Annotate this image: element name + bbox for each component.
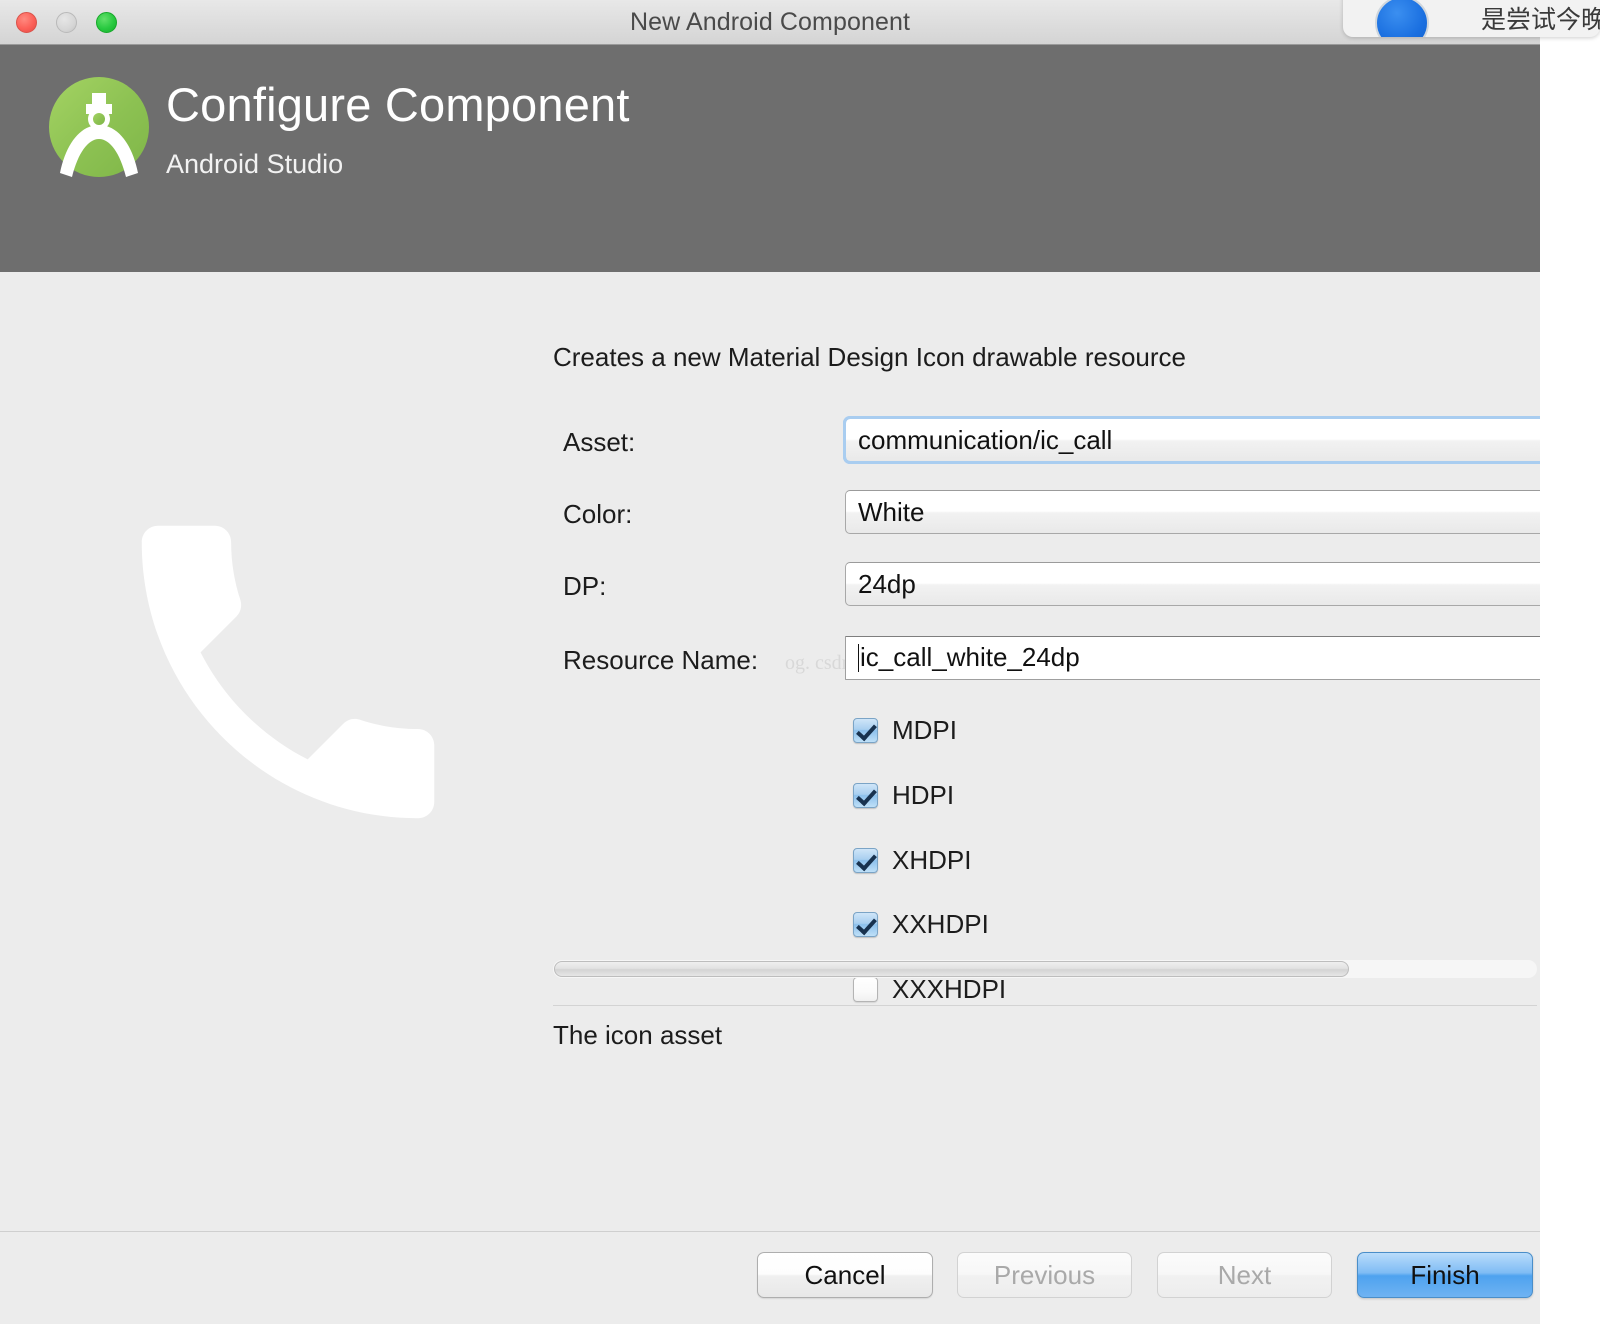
checkbox-xhdpi-box[interactable] <box>853 847 878 873</box>
wizard-banner: Configure Component Android Studio <box>0 45 1540 272</box>
checkbox-xxhdpi[interactable]: XXHDPI <box>853 904 989 944</box>
previous-button: Previous <box>957 1252 1132 1298</box>
resource-name-input[interactable]: ic_call_white_24dp <box>845 636 1540 680</box>
checkbox-xhdpi-label: XHDPI <box>892 844 972 875</box>
checkbox-xhdpi[interactable]: XHDPI <box>853 840 971 880</box>
checkbox-hdpi-box[interactable] <box>853 782 878 808</box>
title-bar: New Android Component <box>0 0 1540 45</box>
color-label: Color: <box>563 499 633 529</box>
checkbox-mdpi-box[interactable] <box>853 717 878 743</box>
banner-subtitle: Android Studio <box>166 149 344 179</box>
window-title: New Android Component <box>629 8 911 36</box>
blue-circle-button-icon[interactable] <box>1375 0 1429 37</box>
horizontal-scrollbar[interactable] <box>553 960 1537 978</box>
checkbox-hdpi-label: HDPI <box>892 779 955 810</box>
notification-popup[interactable]: 是尝试今晚安 <box>1343 0 1600 37</box>
button-bar: Cancel Previous Next Finish <box>0 1231 1540 1324</box>
checkbox-mdpi-label: MDPI <box>892 714 957 745</box>
content-pane: Creates a new Material Design Icon drawa… <box>0 272 1540 1231</box>
dp-label: DP: <box>563 571 607 601</box>
field-row-resource-name: Resource Name: og. csdn. ic_call_white_2… <box>553 636 1540 684</box>
resource-name-value: ic_call_white_24dp <box>860 642 1080 672</box>
field-row-dp: DP: 24dp <box>553 562 1540 610</box>
finish-button[interactable]: Finish <box>1357 1252 1533 1298</box>
footnote-text: The icon asset <box>553 1020 723 1050</box>
field-row-color: Color: White <box>553 490 1540 538</box>
android-studio-logo-icon <box>49 77 149 177</box>
cancel-button[interactable]: Cancel <box>757 1252 933 1298</box>
divider <box>553 1005 1537 1006</box>
dp-input[interactable]: 24dp <box>845 562 1540 606</box>
banner-title: Configure Component <box>166 78 630 131</box>
next-button: Next <box>1157 1252 1332 1298</box>
resource-name-label: Resource Name: <box>563 645 759 675</box>
text-caret <box>858 644 859 672</box>
notification-text: 是尝试今晚安 <box>1481 6 1600 34</box>
dialog-window: New Android Component Configure Componen… <box>0 0 1540 1324</box>
checkbox-xxxhdpi-box[interactable] <box>853 976 878 1002</box>
checkbox-hdpi[interactable]: HDPI <box>853 775 954 815</box>
checkbox-xxhdpi-label: XXHDPI <box>892 908 989 939</box>
desktop-background <box>1540 0 1600 1324</box>
description-text: Creates a new Material Design Icon drawa… <box>553 342 1186 372</box>
scrollbar-thumb[interactable] <box>554 961 1349 977</box>
phone-call-icon <box>141 525 435 819</box>
checkbox-xxxhdpi-label: XXXHDPI <box>892 973 1007 1004</box>
asset-label: Asset: <box>563 427 636 457</box>
asset-input[interactable]: communication/ic_call <box>843 416 1540 464</box>
checkbox-xxhdpi-box[interactable] <box>853 911 878 937</box>
field-row-asset: Asset: communication/ic_call <box>553 416 1540 466</box>
checkbox-mdpi[interactable]: MDPI <box>853 710 957 750</box>
color-input[interactable]: White <box>845 490 1540 534</box>
